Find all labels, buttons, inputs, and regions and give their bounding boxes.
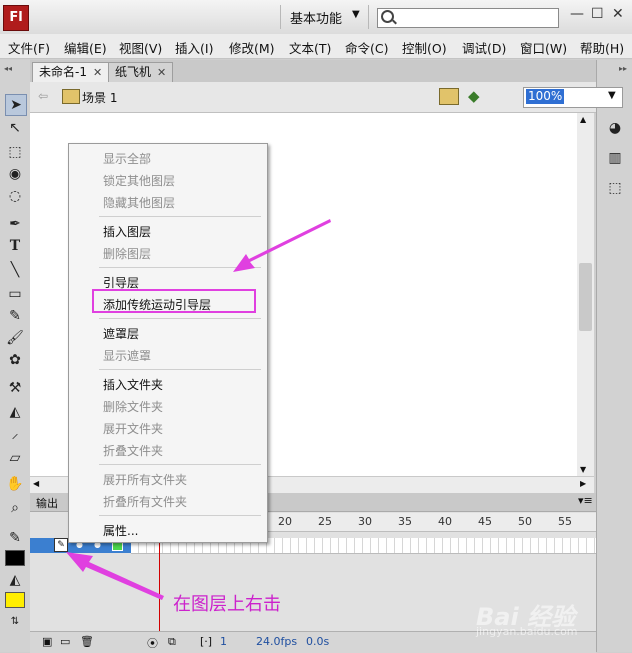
watermark-url: jingyan.baidu.com xyxy=(476,625,578,638)
arrow-to-menu-item xyxy=(233,219,331,272)
annotation-text: 在图层上右击 xyxy=(173,594,281,615)
arrow-to-layer xyxy=(66,552,164,600)
annotation-arrows xyxy=(66,219,331,600)
